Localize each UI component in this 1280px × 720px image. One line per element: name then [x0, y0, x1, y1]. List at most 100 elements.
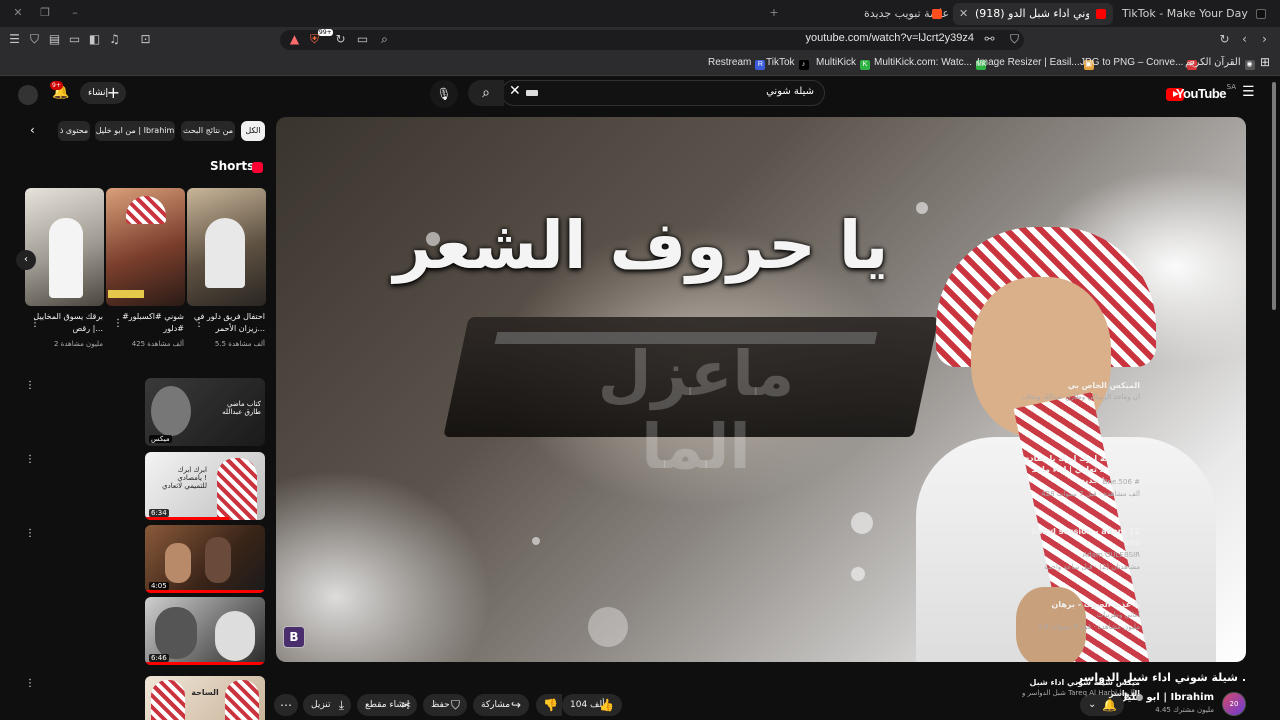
chip-all[interactable]: الكل: [241, 121, 265, 141]
reload-icon[interactable]: ↻: [1216, 31, 1233, 48]
bookmark-multikick-watch[interactable]: MultiKick.com: Watc... MK: [874, 57, 986, 70]
link-icon[interactable]: ⚯: [981, 31, 998, 48]
keyboard-icon[interactable]: [526, 90, 538, 96]
save-button[interactable]: حفظ ⛉: [423, 694, 467, 716]
related-title[interactable]: kabyl session - adam 12 ans: [1022, 526, 1141, 548]
related-thumbnail[interactable]: 6:46: [145, 597, 265, 665]
sidebar-icon[interactable]: ◧: [86, 31, 103, 48]
download-button[interactable]: تنزيل ⤓: [303, 694, 351, 716]
search-icon: ⌕: [482, 85, 490, 101]
more-vertical-icon[interactable]: ⋮: [25, 454, 35, 465]
voice-search-button[interactable]: 🎙: [430, 80, 458, 108]
vpn-icon[interactable]: ▲: [286, 31, 303, 48]
notification-badge: 9+: [50, 81, 63, 90]
more-vertical-icon[interactable]: ⋮: [25, 528, 35, 539]
search-icon[interactable]: ⌕: [376, 31, 393, 48]
thumbnail-text: كتاب ماضي طارق عبدالله: [222, 400, 261, 416]
thumbnail-figure: [165, 543, 191, 583]
clear-search-icon[interactable]: ✕: [509, 83, 521, 99]
bookmark-jpg-to-png[interactable]: JPG to PNG – Conve... P: [1080, 57, 1198, 70]
chip-label: من نتائج البحث: [182, 126, 234, 135]
related-thumbnail[interactable]: الساحة: [145, 676, 265, 720]
short-views: 2 مليون مشاهدة: [53, 340, 103, 348]
tab-new-tab[interactable]: علامة تبويب جديدة: [860, 3, 948, 25]
music-icon[interactable]: ♫: [106, 31, 123, 48]
related-meta: 428 ألف مشاهدة · قبل 7 سنوات: [1041, 490, 1140, 498]
notifications-button[interactable]: 🔔 9+: [50, 81, 69, 100]
close-window-icon[interactable]: ✕: [10, 5, 26, 21]
share-icon[interactable]: ↻: [332, 31, 349, 48]
account-avatar[interactable]: [18, 85, 38, 105]
short-thumbnail[interactable]: [25, 188, 104, 306]
share-button[interactable]: مشاركة ↪: [473, 694, 529, 716]
create-button[interactable]: إنشاء +: [80, 82, 126, 104]
bookmark-quran[interactable]: القرآن الكريم ◉: [1185, 57, 1255, 70]
related-channel: ابو بن حسان وماجد الرسالي وطارق عبدالله …: [1022, 393, 1140, 401]
new-tab-icon[interactable]: +: [766, 5, 782, 21]
chip-from-search[interactable]: من نتائج البحث: [181, 121, 235, 141]
bookmark-restream[interactable]: Restream R: [708, 57, 766, 70]
minimize-window-icon[interactable]: –: [67, 5, 83, 21]
chevron-left-icon[interactable]: ‹: [30, 123, 35, 137]
bookmark-tiktok[interactable]: TikTok ♪: [766, 57, 809, 70]
url-text: youtube.com/watch?v=lJcrt2y39z4: [805, 32, 974, 44]
thumbs-down-icon: 👎: [543, 698, 558, 712]
youtube-favicon-icon: [1096, 9, 1106, 19]
screenshot-icon[interactable]: ⊡: [137, 31, 154, 48]
reader-icon[interactable]: ▭: [66, 31, 83, 48]
guide-menu-icon[interactable]: ☰: [1242, 84, 1255, 100]
tab-youtube[interactable]: ✕ (918) شيلة شوني اداء شبل الدو: [953, 3, 1113, 25]
chip-label: محتوى ذ: [59, 126, 89, 135]
more-vertical-icon[interactable]: ⋮: [25, 678, 35, 689]
short-thumbnail[interactable]: [106, 188, 185, 306]
download-label: تنزيل: [311, 700, 331, 710]
wallet-icon[interactable]: ▤: [46, 31, 63, 48]
channel-watermark[interactable]: B: [283, 626, 305, 648]
shorts-prev-button[interactable]: ‹: [16, 250, 36, 270]
menu-icon[interactable]: ☰: [6, 31, 23, 48]
thumbnail-ghost-text: ماعزل الما: [597, 337, 795, 483]
related-thumbnail[interactable]: 4:05: [145, 525, 265, 593]
channel-avatar[interactable]: 20: [1222, 692, 1246, 716]
more-vertical-icon[interactable]: ⋮: [113, 318, 123, 329]
dislike-button[interactable]: 👎: [536, 694, 562, 716]
more-actions-button[interactable]: ⋯: [274, 694, 298, 716]
more-vertical-icon[interactable]: ⋮: [30, 318, 40, 329]
chip-label: الكل: [245, 126, 261, 135]
tab-tiktok[interactable]: TikTok - Make Your Day: [1118, 3, 1268, 25]
close-tab-icon[interactable]: ✕: [959, 3, 968, 25]
related-thumbnail[interactable]: كتاب ماضي طارق عبدالله ميكس: [145, 378, 265, 446]
globe-icon: ◉: [1244, 60, 1255, 70]
related-title[interactable]: يا عذبة الصوت - برهان: [1022, 599, 1140, 610]
related-title[interactable]: الميكس الخاص بي: [1022, 380, 1140, 391]
forward-icon[interactable]: ›: [1256, 31, 1273, 48]
apps-grid-icon[interactable]: ⊞: [1260, 55, 1270, 69]
more-horizontal-icon: ⋯: [280, 698, 292, 712]
more-vertical-icon[interactable]: ⋮: [25, 380, 35, 391]
like-button[interactable]: 104 ألف 👍: [562, 694, 622, 716]
bookmark-multikick[interactable]: MultiKick K: [816, 57, 871, 70]
clip-button[interactable]: إنشاء مقطع ✂: [357, 694, 417, 716]
address-bar[interactable]: ▲ ⛨ 99+ ↻ ▭ ⌕ youtube.com/watch?v=lJcrt2…: [280, 29, 1024, 50]
search-button[interactable]: ⌕: [468, 80, 504, 106]
shield-icon[interactable]: ⛉: [26, 31, 43, 48]
chip-content[interactable]: محتوى ذ: [58, 121, 90, 141]
thumbs-up-icon: 👍: [599, 698, 614, 712]
cast-icon[interactable]: ▭: [354, 31, 371, 48]
bookmark-icon[interactable]: ⛉: [1006, 31, 1023, 48]
page-scrollbar[interactable]: [1272, 82, 1276, 310]
more-vertical-icon[interactable]: ⋮: [194, 318, 204, 329]
related-thumbnail[interactable]: ابرك ابرك يامصادي ! للتميمي لاتعادي 6:34: [145, 452, 265, 520]
bookmark-image-resizer[interactable]: Image Resizer | Easil... ▣: [977, 57, 1094, 70]
back-icon[interactable]: ‹: [1236, 31, 1253, 48]
thumbnail-figure: [215, 611, 255, 661]
short-thumbnail[interactable]: [187, 188, 266, 306]
duration-badge: 6:46: [149, 654, 169, 662]
maximize-window-icon[interactable]: ❐: [37, 5, 53, 21]
logo-region: SA: [1226, 83, 1236, 91]
youtube-header: ☰ YouTube SA شيلة شوني ✕ ⌕ 🎙 إنشاء + 🔔 9…: [0, 76, 1280, 112]
thumbnail-text: ابرك ابرك يامصادي ! للتميمي لاتعادي: [162, 466, 207, 490]
chip-from-channel[interactable]: من ابو خليل | Ibrahim: [95, 121, 175, 141]
search-input[interactable]: شيلة شوني: [501, 80, 825, 106]
short-title[interactable]: برقك يسوق المخاييل | رقص...: [31, 311, 103, 335]
